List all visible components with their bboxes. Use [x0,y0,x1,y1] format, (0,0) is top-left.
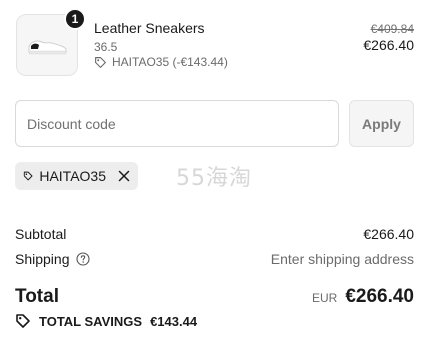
total-row: Total EUR €266.40 [15,286,414,308]
savings-label: TOTAL SAVINGS [39,313,143,329]
product-discount-text: HAITAO35 (-€143.44) [112,55,228,69]
savings-value: €143.44 [150,313,198,329]
watermark: 55海淘 [176,166,252,191]
product-variant: 36.5 [94,40,118,54]
total-label: Total [15,286,59,307]
help-icon[interactable] [75,252,90,266]
total-value: €266.40 [345,286,414,307]
quantity-badge: 1 [64,8,86,30]
subtotal-value: €266.40 [363,226,414,242]
product-discount: HAITAO35 (-€143.44) [94,55,228,69]
total-value-group: EUR €266.40 [312,286,414,308]
tag-icon [23,171,33,181]
apply-button[interactable]: Apply [349,100,414,147]
shipping-label: Shipping [15,251,70,267]
original-price: €409.84 [370,22,414,36]
shipping-value: Enter shipping address [270,251,414,267]
shipping-label-group: Shipping [15,251,90,267]
tag-icon [16,314,30,328]
remove-code-button[interactable] [118,170,130,182]
applied-code-label: HAITAO35 [39,168,106,184]
applied-code-chip: HAITAO35 [15,162,138,190]
product-name: Leather Sneakers [94,20,205,36]
sneaker-image [28,40,67,55]
close-icon [118,170,130,182]
discount-code-input[interactable] [15,100,339,147]
subtotal-row: Subtotal €266.40 [15,226,414,242]
current-price: €266.40 [363,37,414,53]
shipping-row: Shipping Enter shipping address [15,251,414,267]
tag-icon [95,56,106,68]
total-savings: TOTAL SAVINGS €143.44 [15,313,197,329]
total-currency: EUR [311,291,338,305]
subtotal-label: Subtotal [15,226,67,242]
